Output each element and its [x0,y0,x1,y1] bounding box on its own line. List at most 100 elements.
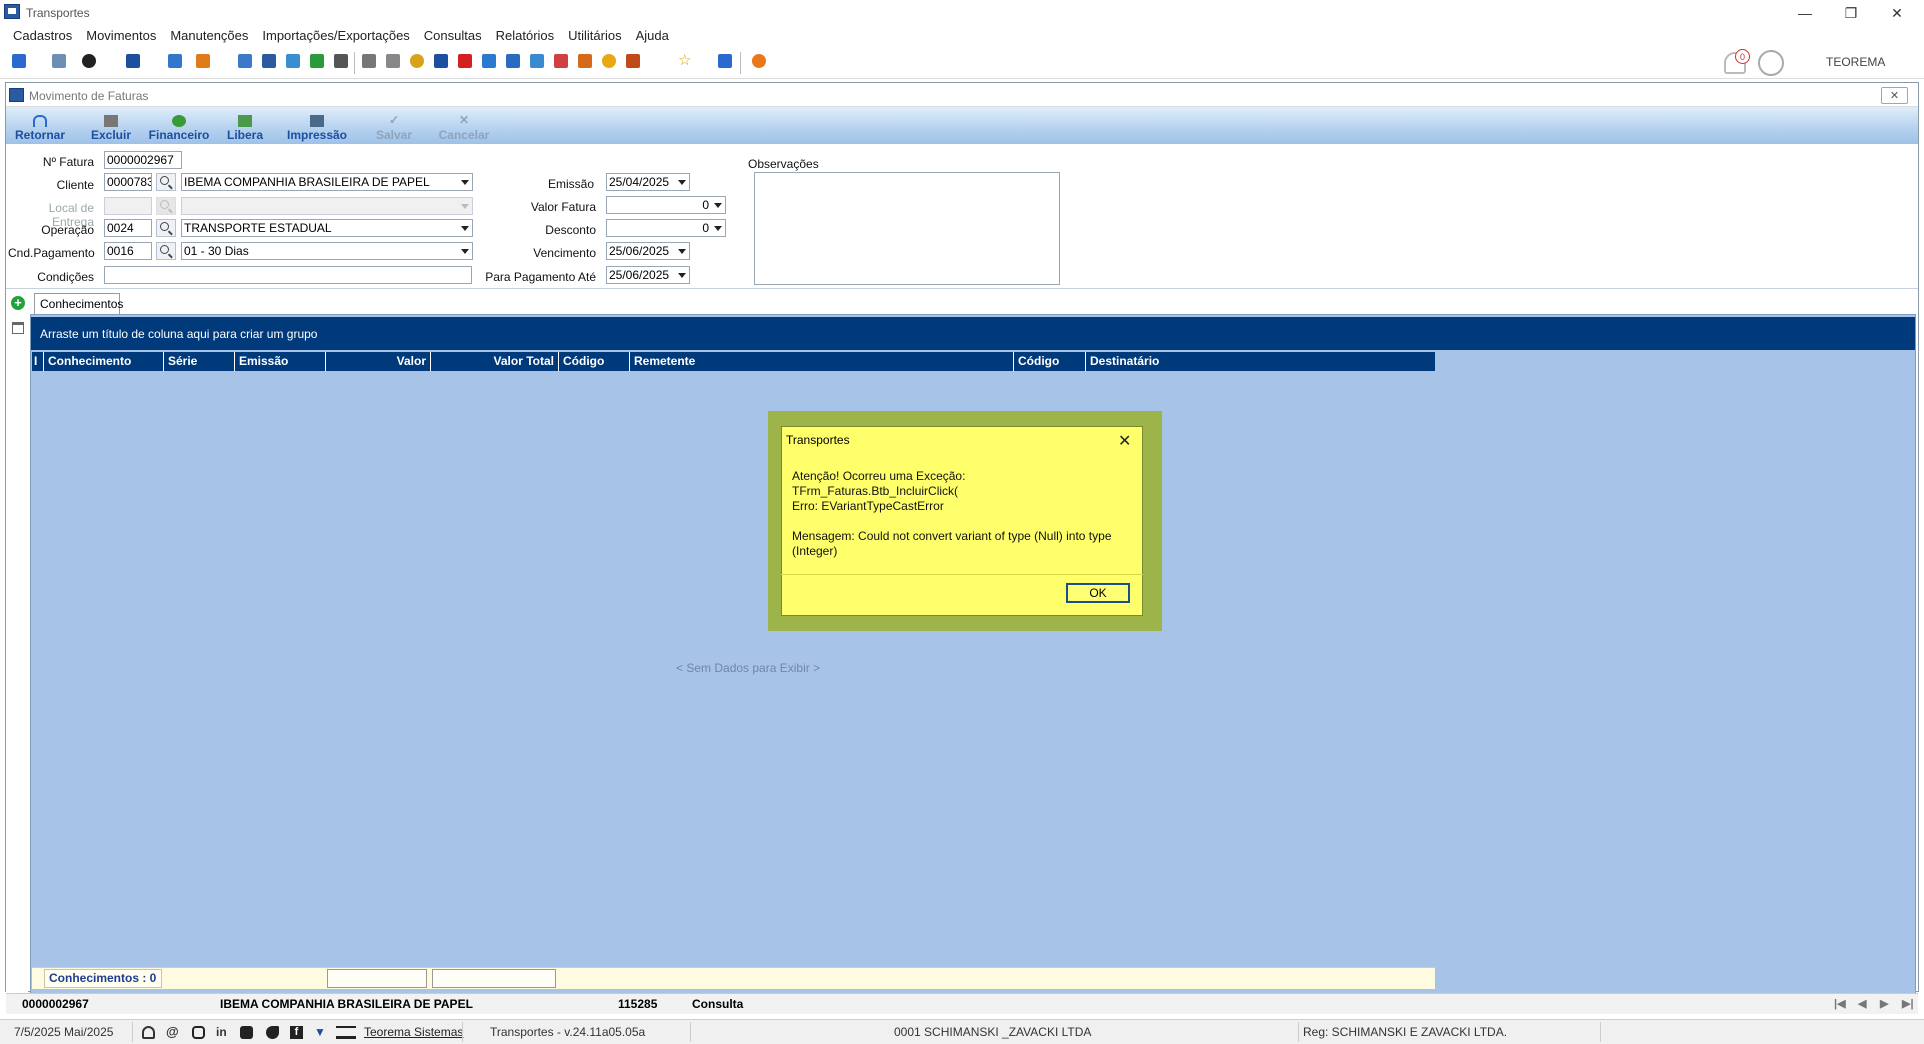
cliente-code-field[interactable]: 0000783 [104,173,152,191]
email-icon[interactable]: @ [166,1025,179,1039]
power-icon[interactable] [752,54,766,68]
col-remetente[interactable]: Remetente [630,352,1014,371]
local-entrega-search-icon[interactable] [156,197,176,215]
cart-icon[interactable] [310,54,324,68]
youtube-icon[interactable] [240,1026,253,1039]
status-bar: 7/5/2025 Mai/2025 @ in f ▼ Teorema Siste… [0,1019,1924,1044]
task-icon[interactable] [578,54,592,68]
vencimento-date-field[interactable]: 25/06/2025 [606,242,690,260]
avatar[interactable] [1758,50,1784,76]
instagram-icon[interactable] [192,1026,205,1039]
col-conhecimento[interactable]: Conhecimento [44,352,164,371]
libera-button[interactable]: Libera [224,107,266,144]
group-by-panel[interactable]: Arraste um título de coluna aqui para cr… [31,317,1915,350]
list-icon[interactable] [238,54,252,68]
retornar-button[interactable]: Retornar [14,107,66,144]
truck-icon[interactable] [126,54,140,68]
dialog-close-icon[interactable]: ✕ [1118,431,1131,451]
cndpag-search-icon[interactable] [156,242,176,260]
facebook-icon[interactable]: f [290,1026,303,1039]
menu-movimentos[interactable]: Movimentos [79,26,163,46]
clock-icon[interactable] [410,54,424,68]
chart-icon[interactable] [196,54,210,68]
cancelar-button[interactable]: ✕ Cancelar [436,107,492,144]
people-icon[interactable] [52,54,66,68]
new-doc-icon[interactable] [12,54,26,68]
filter-icon[interactable]: ▼ [314,1026,327,1039]
bus-icon[interactable] [434,54,448,68]
graduation-icon[interactable] [336,1026,356,1039]
close-icon[interactable]: ✕ [1874,0,1920,26]
headset-icon[interactable] [142,1026,155,1039]
minimize-icon[interactable]: — [1782,0,1828,26]
next-record-icon[interactable]: ▶ [1880,997,1888,1010]
calc-icon[interactable] [530,54,544,68]
tools-icon[interactable] [334,54,348,68]
impressao-button[interactable]: Impressão [282,107,352,144]
col-codigo-remetente[interactable]: Código [559,352,630,371]
disc-icon[interactable] [82,54,96,68]
condicoes-field[interactable] [104,266,472,284]
emissao-date-field[interactable]: 25/04/2025 [606,173,690,191]
menu-importacoes[interactable]: Importações/Exportações [255,26,416,46]
teorema-link[interactable]: Teorema Sistemas [364,1025,463,1039]
search-doc-icon[interactable] [626,54,640,68]
col-destinatario[interactable]: Destinatário [1086,352,1435,371]
menu-relatorios[interactable]: Relatórios [489,26,562,46]
operacao-code-field[interactable]: 0024 [104,219,152,237]
star-icon[interactable]: ☆ [678,53,692,68]
clipboard-icon[interactable] [362,54,376,68]
col-emissao[interactable]: Emissão [235,352,326,371]
menu-manutencoes[interactable]: Manutenções [163,26,255,46]
pagamento-date-field[interactable]: 25/06/2025 [606,266,690,284]
first-record-icon[interactable]: |◀ [1834,997,1846,1010]
salvar-button[interactable]: ✓ Salvar [372,107,416,144]
observacoes-textarea[interactable] [754,172,1060,285]
cliente-name-select[interactable]: IBEMA COMPANHIA BRASILEIRA DE PAPEL [181,173,473,191]
ok-button[interactable]: OK [1066,583,1130,603]
calendar-icon[interactable] [554,54,568,68]
cndpag-code-field[interactable]: 0016 [104,242,152,260]
last-record-icon[interactable]: ▶| [1902,997,1914,1010]
col-codigo-destinatario[interactable]: Código [1014,352,1086,371]
linkedin-icon[interactable]: in [216,1026,229,1039]
trash-icon[interactable] [12,322,24,334]
valor-fatura-field[interactable]: 0 [606,196,726,214]
prev-record-icon[interactable]: ◀ [1858,997,1866,1010]
info-icon[interactable] [718,54,732,68]
coin-icon[interactable] [602,54,616,68]
report-icon[interactable] [262,54,276,68]
cliente-search-icon[interactable] [156,173,176,191]
cndpag-select[interactable]: 01 - 30 Dias [181,242,473,260]
row-indicator[interactable]: I [32,352,44,371]
emissao-value: 25/04/2025 [609,175,670,189]
document-icon[interactable] [168,54,182,68]
menu-consultas[interactable]: Consultas [417,26,489,46]
condicoes-label: Condições [37,270,94,284]
financeiro-button[interactable]: Financeiro [146,107,212,144]
excluir-button[interactable]: Excluir [88,107,134,144]
grid-icon[interactable] [506,54,520,68]
child-close-button[interactable]: ✕ [1881,87,1908,104]
restore-icon[interactable]: ❐ [1828,0,1874,26]
operacao-select[interactable]: TRANSPORTE ESTADUAL [181,219,473,237]
refresh-icon[interactable] [286,54,300,68]
col-valor-total[interactable]: Valor Total [431,352,559,371]
menu-ajuda[interactable]: Ajuda [629,26,676,46]
desconto-field[interactable]: 0 [606,219,726,237]
tab-conhecimentos[interactable]: Conhecimentos [34,293,123,314]
menu-cadastros[interactable]: Cadastros [6,26,79,46]
local-entrega-select[interactable] [181,197,473,215]
user-name: TEOREMA [1826,55,1886,69]
operacao-search-icon[interactable] [156,219,176,237]
hand-icon[interactable] [386,54,400,68]
fuel-icon[interactable] [458,54,472,68]
twitter-icon[interactable] [266,1026,279,1039]
col-valor[interactable]: Valor [326,352,431,371]
add-icon[interactable]: + [11,296,25,310]
menu-utilitarios[interactable]: Utilitários [561,26,628,46]
col-serie[interactable]: Série [164,352,235,371]
nfatura-field[interactable]: 0000002967 [104,151,182,169]
exit-icon[interactable] [482,54,496,68]
local-entrega-code-field[interactable] [104,197,152,215]
